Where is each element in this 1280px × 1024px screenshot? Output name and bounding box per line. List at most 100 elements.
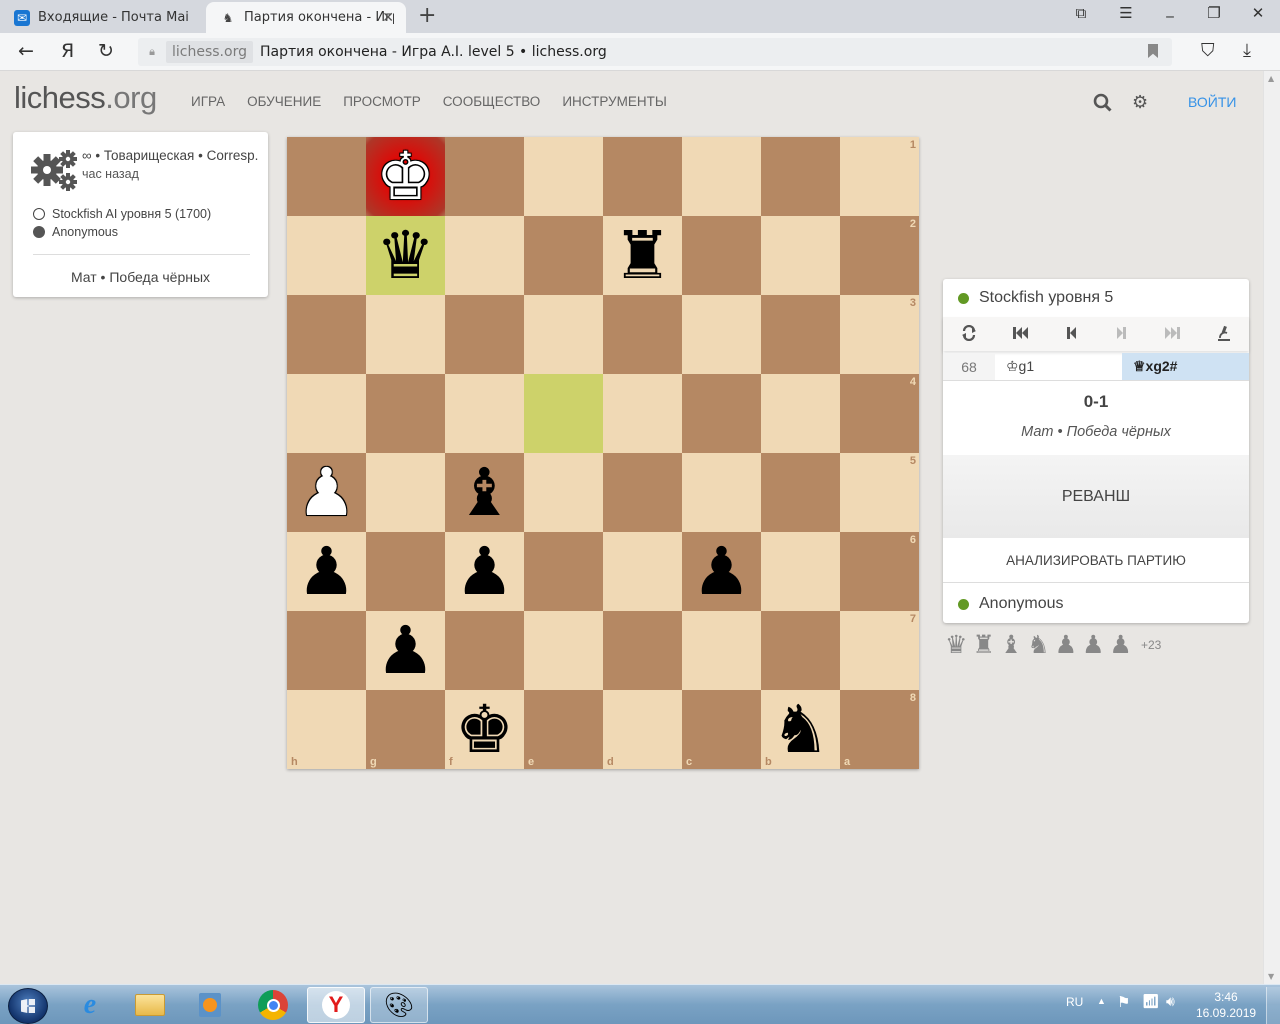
chess-board[interactable]: 1 2 3 4 5 6 7 h g f e d c b 8 a ♚ ♛ ♜ ♟ ♝ ♟ ♟ ♟ ♟ ♚ ♞ [287,137,919,769]
square-e1[interactable] [524,137,603,216]
black-pawn-piece[interactable]: ♟ [287,532,366,611]
start-button[interactable] [8,988,48,1024]
nav-tools[interactable]: ИНСТРУМЕНТЫ [562,94,666,109]
site-logo[interactable]: lichess.org [14,80,157,116]
black-king-piece[interactable]: ♚ [445,690,524,769]
black-queen-piece[interactable]: ♛ [366,216,445,295]
scroll-down-arrow-icon[interactable]: ▼ [1268,972,1274,981]
close-window-icon[interactable]: ✕ [1243,4,1273,22]
nav-play[interactable]: ИГРА [191,94,225,109]
square-d6[interactable] [603,532,682,611]
square-a3[interactable]: 3 [840,295,919,374]
show-desktop-button[interactable] [1266,987,1280,1024]
search-icon[interactable] [1093,93,1112,117]
flip-board-button[interactable] [943,324,994,344]
white-move[interactable]: ♔g1 [995,353,1122,380]
square-d8[interactable]: d [603,690,682,769]
square-f3[interactable] [445,295,524,374]
square-f4[interactable] [445,374,524,453]
square-h7[interactable] [287,611,366,690]
black-knight-piece[interactable]: ♞ [761,690,840,769]
system-clock[interactable]: 3:46 16.09.2019 [1196,989,1256,1021]
square-a7[interactable]: 7 [840,611,919,690]
square-c5[interactable] [682,453,761,532]
sign-in-link[interactable]: ВОЙТИ [1188,94,1236,110]
square-b3[interactable] [761,295,840,374]
square-e8[interactable]: e [524,690,603,769]
square-d4[interactable] [603,374,682,453]
square-g4[interactable] [366,374,445,453]
square-d7[interactable] [603,611,682,690]
rematch-button[interactable]: РЕВАНШ [943,455,1249,538]
back-button[interactable]: ← [18,40,34,62]
square-f1[interactable] [445,137,524,216]
square-e6[interactable] [524,532,603,611]
black-move-active[interactable]: ♕xg2# [1122,353,1249,380]
last-move-button[interactable] [1147,326,1198,343]
opponent-player[interactable]: Stockfish уровня 5 [943,279,1249,317]
download-icon[interactable]: ⤓ [1243,40,1251,61]
square-h4[interactable] [287,374,366,453]
square-f2[interactable] [445,216,524,295]
first-move-button[interactable] [994,326,1045,343]
volume-icon[interactable]: 🔊︎ [1166,993,1175,1010]
nav-learn[interactable]: ОБУЧЕНИЕ [247,94,321,109]
black-player-line[interactable]: Anonymous [33,225,118,239]
paint-icon[interactable]: 🎨︎ [370,987,428,1023]
square-b2[interactable] [761,216,840,295]
chrome-icon[interactable] [244,987,302,1023]
square-b1[interactable] [761,137,840,216]
square-e7[interactable] [524,611,603,690]
square-h3[interactable] [287,295,366,374]
square-h8[interactable]: h [287,690,366,769]
square-a8[interactable]: 8a [840,690,919,769]
square-e3[interactable] [524,295,603,374]
square-a1[interactable]: 1 [840,137,919,216]
url-field[interactable]: 🔒︎ lichess.org Партия окончена - Игра A.… [138,38,1172,66]
tab-lichess[interactable]: ♞ Партия окончена - Игра A.I. level 5 • … [206,2,406,33]
vertical-scrollbar[interactable]: ▲ ▼ [1263,71,1280,984]
square-g6[interactable] [366,532,445,611]
square-a6[interactable]: 6 [840,532,919,611]
square-h1[interactable] [287,137,366,216]
square-b6[interactable] [761,532,840,611]
yandex-home-button[interactable]: Я [61,40,74,62]
square-e5[interactable] [524,453,603,532]
square-g8[interactable]: g [366,690,445,769]
square-a4[interactable]: 4 [840,374,919,453]
action-center-flag-icon[interactable]: ⚑ [1117,993,1130,1011]
bookmarks-panel-icon[interactable]: ⧉ [1066,4,1096,22]
black-pawn-piece[interactable]: ♟ [445,532,524,611]
reload-button[interactable]: ↻ [98,40,114,62]
square-e2[interactable] [524,216,603,295]
minimize-icon[interactable]: _ [1155,0,1185,18]
close-tab-icon[interactable]: ✕ [382,10,394,26]
yandex-browser-icon[interactable]: Y [307,987,365,1023]
protect-icon[interactable]: ⛉ [1201,40,1215,61]
black-rook-piece[interactable]: ♜ [603,216,682,295]
white-king-piece[interactable]: ♚ [366,137,445,216]
black-pawn-piece[interactable]: ♟ [682,532,761,611]
white-player-line[interactable]: Stockfish AI уровня 5 (1700) [33,207,211,221]
new-tab-button[interactable]: + [418,3,436,28]
square-f7[interactable] [445,611,524,690]
black-pawn-piece[interactable]: ♟ [366,611,445,690]
square-g5[interactable] [366,453,445,532]
square-b5[interactable] [761,453,840,532]
media-player-icon[interactable] [181,987,239,1023]
nav-watch[interactable]: ПРОСМОТР [343,94,421,109]
white-pawn-piece[interactable]: ♟ [287,453,366,532]
square-b4[interactable] [761,374,840,453]
gear-icon[interactable]: ⚙ [1132,92,1148,113]
restore-window-icon[interactable]: ❐ [1199,4,1229,22]
square-e4[interactable] [524,374,603,453]
tab-mail[interactable]: ✉ Входящие - Почта Mail.ru [0,2,205,33]
square-b7[interactable] [761,611,840,690]
self-player[interactable]: Anonymous [943,585,1249,623]
square-d3[interactable] [603,295,682,374]
square-g3[interactable] [366,295,445,374]
show-hidden-icons-icon[interactable]: ▲ [1097,996,1106,1006]
square-c7[interactable] [682,611,761,690]
scroll-up-arrow-icon[interactable]: ▲ [1268,74,1274,83]
square-d1[interactable] [603,137,682,216]
